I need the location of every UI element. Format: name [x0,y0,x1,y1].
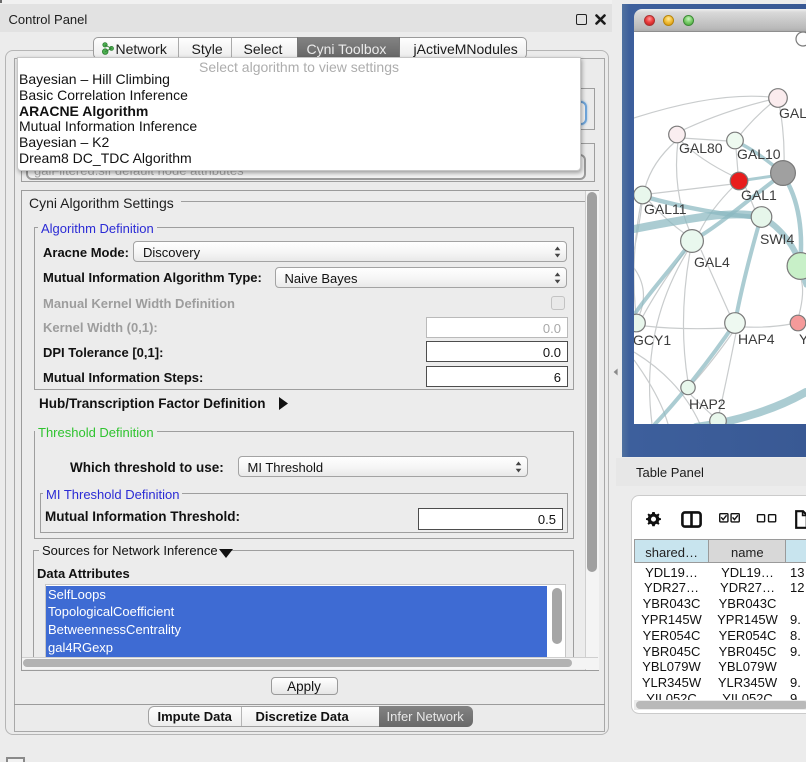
svg-text:GAL7: GAL7 [779,105,806,121]
svg-text:GAL10: GAL10 [737,146,781,162]
svg-text:Y: Y [799,331,806,347]
svg-text:GAL4: GAL4 [694,254,730,270]
svg-text:GAL11: GAL11 [644,201,687,217]
svg-text:HAP2: HAP2 [689,396,726,412]
svg-text:HAP4: HAP4 [738,331,775,347]
svg-text:GAL80: GAL80 [679,140,723,156]
svg-text:GAL1: GAL1 [741,187,777,203]
svg-text:GCY1: GCY1 [634,332,671,348]
svg-text:SWI4: SWI4 [760,231,794,247]
